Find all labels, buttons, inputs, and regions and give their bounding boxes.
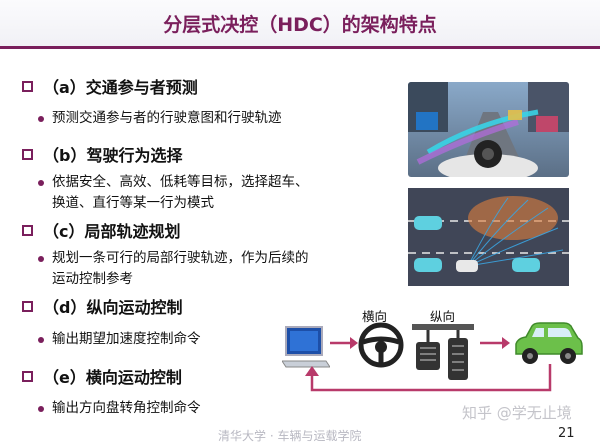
section-d-bullet-text: 输出期望加速度控制命令 bbox=[52, 331, 201, 347]
section-e-heading: （e）横向运动控制 bbox=[22, 364, 182, 388]
arrow-icon bbox=[480, 337, 510, 349]
section-a-label: （a）交通参与者预测 bbox=[43, 78, 198, 97]
section-c-bullet-line-1: 规划一条可行的局部行驶轨迹，作为后续的 bbox=[52, 250, 309, 266]
section-c-heading: （c）局部轨迹规划 bbox=[22, 218, 181, 242]
section-d-heading: （d）纵向运动控制 bbox=[22, 294, 182, 318]
footer-text: 清华大学 · 车辆与运载学院 bbox=[218, 429, 362, 443]
round-bullet-icon bbox=[38, 337, 44, 343]
section-b-label: （b）驾驶行为选择 bbox=[43, 146, 183, 165]
section-b-bullet-line-1: 依据安全、高效、低耗等目标，选择超车、 bbox=[52, 174, 309, 190]
square-bullet-icon bbox=[22, 224, 33, 236]
slide-title: 分层式决控（HDC）的架构特点 bbox=[163, 14, 437, 36]
section-c-bullet-line-2: 运动控制参考 bbox=[52, 271, 133, 287]
section-d-label: （d）纵向运动控制 bbox=[43, 298, 183, 317]
arrow-icon bbox=[330, 337, 358, 349]
section-d-bullet: 输出期望加速度控制命令 bbox=[38, 329, 201, 350]
perception-visualization-image bbox=[408, 82, 569, 177]
section-a-bullet: 预测交通参与者的行驶意图和行驶轨迹 bbox=[38, 108, 282, 129]
section-b-bullet: 依据安全、高效、低耗等目标，选择超车、 换道、直行等某一行为模式 bbox=[38, 172, 309, 214]
round-bullet-icon bbox=[38, 406, 44, 412]
car-icon bbox=[515, 322, 583, 364]
section-c-bullet: 规划一条可行的局部行驶轨迹，作为后续的 运动控制参考 bbox=[38, 248, 309, 290]
trajectory-planning-image bbox=[408, 188, 569, 286]
section-e-bullet: 输出方向盘转角控制命令 bbox=[38, 398, 201, 419]
section-b-bullet-line-2: 换道、直行等某一行为模式 bbox=[52, 195, 214, 211]
section-a-bullet-text: 预测交通参与者的行驶意图和行驶轨迹 bbox=[52, 110, 282, 126]
square-bullet-icon bbox=[22, 80, 33, 92]
round-bullet-icon bbox=[38, 116, 44, 122]
round-bullet-icon bbox=[38, 180, 44, 186]
square-bullet-icon bbox=[22, 148, 33, 160]
section-a-heading: （a）交通参与者预测 bbox=[22, 74, 198, 98]
watermark: 知乎 @学无止境 bbox=[462, 404, 572, 422]
page-number: 21 bbox=[558, 426, 575, 441]
section-b-heading: （b）驾驶行为选择 bbox=[22, 142, 182, 166]
computer-icon bbox=[282, 326, 330, 368]
section-c-label: （c）局部轨迹规划 bbox=[43, 222, 181, 241]
section-e-bullet-text: 输出方向盘转角控制命令 bbox=[52, 400, 201, 416]
feedback-arrow-icon bbox=[305, 364, 552, 392]
section-e-label: （e）横向运动控制 bbox=[43, 368, 182, 387]
square-bullet-icon bbox=[22, 300, 33, 312]
steering-wheel-icon bbox=[358, 322, 404, 368]
round-bullet-icon bbox=[38, 256, 44, 262]
square-bullet-icon bbox=[22, 370, 33, 382]
footer: 清华大学 · 车辆与运载学院 bbox=[0, 424, 600, 446]
